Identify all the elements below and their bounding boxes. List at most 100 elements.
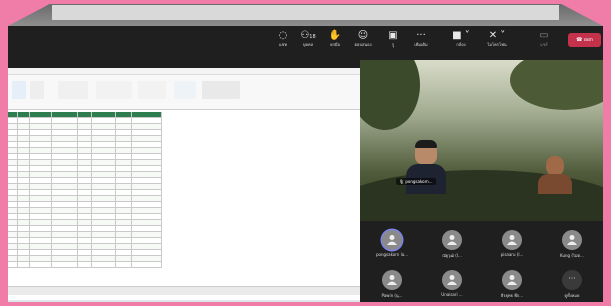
participant-name: Unaisari ... <box>441 292 463 297</box>
ribbon-group <box>96 81 132 99</box>
monitor-bezel-inner <box>52 5 559 20</box>
user-avatar <box>502 230 522 250</box>
person-icon <box>447 235 457 245</box>
ribbon-group <box>12 81 26 99</box>
ellipsis-icon: ··· <box>416 30 426 41</box>
camera-icon: ■ ˅ <box>452 30 470 41</box>
person-face <box>546 156 564 176</box>
camera-name-label: 🎙︎ pongsakorn... <box>396 178 436 185</box>
participant-tile[interactable]: pisaaru (I... <box>482 224 542 264</box>
person-face <box>415 140 437 164</box>
excel-sheet <box>8 112 360 286</box>
mic-button[interactable]: ✕ ˅ ไมโครโฟน <box>484 29 510 53</box>
react-button[interactable]: ☺ ตอบสนอง <box>350 29 376 53</box>
user-avatar <box>502 270 522 290</box>
raise-hand-button[interactable]: ✋ ยกมือ <box>322 29 348 53</box>
ellipsis-icon: ··· <box>562 270 582 290</box>
chat-button[interactable]: ◌ แชท <box>270 29 296 53</box>
people-icon: ⚇18 <box>300 30 316 41</box>
people-button[interactable]: ⚇18 บุคคล <box>295 29 321 53</box>
sheet-cell[interactable] <box>132 262 162 268</box>
mic-muted-icon: ✕ ˅ <box>488 30 506 41</box>
sheet-row <box>8 262 162 268</box>
person-icon <box>567 235 577 245</box>
person-icon <box>507 235 517 245</box>
rooms-button[interactable]: ▣ รู <box>380 29 406 53</box>
more-button[interactable]: ··· เพิ่มเติม <box>408 29 434 53</box>
ribbon-group <box>138 81 166 99</box>
participant-tile[interactable]: Kung (ไม่ต... <box>542 224 602 264</box>
person-icon <box>387 235 397 245</box>
mic-icon: 🎙︎ <box>399 179 405 184</box>
people-label: บุคคล <box>302 42 314 47</box>
share-button[interactable]: ▭ แชร์ <box>531 29 557 53</box>
participant-tile[interactable]: ณัฐวุฒิ (I... <box>422 224 482 264</box>
raise-label: ยกมือ <box>330 42 340 47</box>
participant-tile[interactable]: Unaisari ... <box>422 264 482 302</box>
ribbon-group <box>174 81 196 99</box>
person-body <box>538 174 572 194</box>
people-count: 18 <box>309 34 316 40</box>
ribbon-group <box>30 81 44 99</box>
leave-label: ออก <box>583 37 593 43</box>
pink-frame-bottom <box>0 302 611 306</box>
chat-label: แชท <box>279 42 287 47</box>
user-avatar <box>562 230 582 250</box>
view-all-label: ดูทั้งหมด <box>564 293 580 298</box>
participant-name: Pawin (นุ... <box>381 293 403 298</box>
leave-button[interactable]: ☎ ออก <box>568 33 601 47</box>
person-icon <box>507 275 517 285</box>
share-icon: ▭ <box>539 30 549 41</box>
participant-name: pongsakorn la... <box>376 252 408 257</box>
user-avatar <box>442 230 462 250</box>
participant-tile[interactable]: pongsakorn la... <box>362 224 422 264</box>
excel-title-bar <box>8 68 360 75</box>
pink-frame-right <box>603 26 611 306</box>
pink-frame-left <box>0 26 8 306</box>
camera-name-text: pongsakorn... <box>405 179 433 184</box>
camera-button[interactable]: ■ ˅ กล้อง <box>448 29 474 53</box>
view-all-tile[interactable]: ··· ดูทั้งหมด <box>542 264 602 302</box>
mic-label: ไมโครโฟน <box>487 42 507 47</box>
participant-tile[interactable]: ธีรยุทธ พี่ก... <box>482 264 542 302</box>
teams-meeting-window: ◌ แชท ⚇18 บุคคล ✋ ยกมือ ☺ ตอบสนอง ▣ รู ·… <box>8 26 603 302</box>
phone-hangup-icon: ☎ <box>576 37 583 43</box>
camera-label: กล้อง <box>456 42 466 47</box>
sheet-cell[interactable] <box>52 262 78 268</box>
participant-name: ธีรยุทธ พี่ก... <box>500 293 524 298</box>
participant-name: Kung (ไม่ต... <box>560 253 584 258</box>
sheet-cell[interactable] <box>116 262 132 268</box>
person-icon <box>447 275 457 285</box>
user-avatar <box>382 270 402 290</box>
more-label: เพิ่มเติม <box>414 42 428 47</box>
share-label: แชร์ <box>540 42 548 47</box>
camera-video-tile: 🎙︎ pongsakorn... <box>360 60 603 221</box>
user-avatar <box>442 270 462 290</box>
smiley-icon: ☺ <box>357 30 369 41</box>
ribbon-group <box>202 81 240 99</box>
sheet-cell[interactable] <box>8 262 18 268</box>
participant-name: pisaaru (I... <box>500 252 524 257</box>
sheet-cell[interactable] <box>30 262 52 268</box>
meeting-toolbar: ◌ แชท ⚇18 บุคคล ✋ ยกมือ ☺ ตอบสนอง ▣ รู ·… <box>8 26 603 56</box>
sheet-cell[interactable] <box>78 262 92 268</box>
pink-frame-top <box>0 0 611 26</box>
foliage <box>360 60 420 130</box>
react-label: ตอบสนอง <box>354 42 372 47</box>
participant-grid: pongsakorn la... ณัฐวุฒิ (I... pisaaru (… <box>360 221 603 302</box>
chat-icon: ◌ <box>278 30 288 41</box>
sheet-cell[interactable] <box>18 262 30 268</box>
shared-screen <box>8 68 360 302</box>
sheet-cell[interactable] <box>92 262 116 268</box>
rooms-label: รู <box>391 42 395 47</box>
windows-taskbar <box>8 300 360 302</box>
excel-ribbon <box>8 75 360 110</box>
ribbon-group <box>58 81 88 99</box>
participant-name: ณัฐวุฒิ (I... <box>442 253 462 258</box>
person-icon <box>387 275 397 285</box>
rooms-icon: ▣ <box>388 30 398 41</box>
excel-status-bar <box>8 286 360 295</box>
participant-tile[interactable]: Pawin (นุ... <box>362 264 422 302</box>
hand-icon: ✋ <box>328 30 342 41</box>
user-avatar <box>382 230 402 250</box>
